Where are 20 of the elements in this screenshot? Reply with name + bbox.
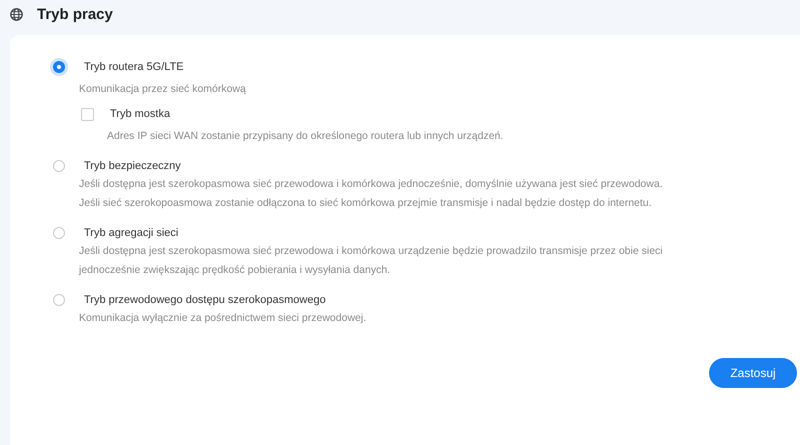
radio-button[interactable]	[53, 61, 65, 73]
option-label: Tryb przewodowego dostępu szerokopasmowego	[84, 294, 326, 306]
apply-button[interactable]: Zastosuj	[709, 358, 797, 388]
checkbox[interactable]	[81, 108, 94, 120]
option-description: Jeśli dostępna jest szerokopasmowa sieć przewodowa i komórkowa urządzenie będzie prowadzilo transmisje przez obie sieci	[79, 244, 664, 259]
globe-icon	[10, 8, 23, 20]
option-description: Adres IP sieci WAN zostanie przypisany do określonego routera lub innych urządzeń.	[107, 129, 504, 144]
radio-button[interactable]	[53, 294, 65, 306]
option-description: Jeśli sieć szerokopoasmowa zostanie odłączona to sieć komórkowa przejmie transmisje i nadal będzie dostęp do internetu.	[79, 196, 653, 211]
option-label: Tryb agregacji sieci	[84, 227, 178, 239]
section-title: Tryb pracy	[37, 6, 113, 22]
option-label: Tryb bezpieczeczny	[84, 160, 181, 172]
radio-button[interactable]	[53, 160, 65, 172]
option-description: Komunikacja wyłącznie za pośrednictwem sieci przewodowej.	[79, 311, 368, 326]
radio-button[interactable]	[53, 227, 65, 239]
option-description: Jeśli dostępna jest szerokopasmowa sieć przewodowa i komórkowa jednocześnie, domyślnie używana jest sieć przewodowa.	[79, 177, 664, 192]
option-label: Tryb mostka	[110, 108, 170, 120]
option-label: Tryb routera 5G/LTE	[84, 61, 184, 73]
option-description: jednocześnie zwiększając prędkość pobierania i wysyłania danych.	[79, 263, 392, 278]
option-description: Komunikacja przez sieć komórkową	[79, 82, 247, 97]
